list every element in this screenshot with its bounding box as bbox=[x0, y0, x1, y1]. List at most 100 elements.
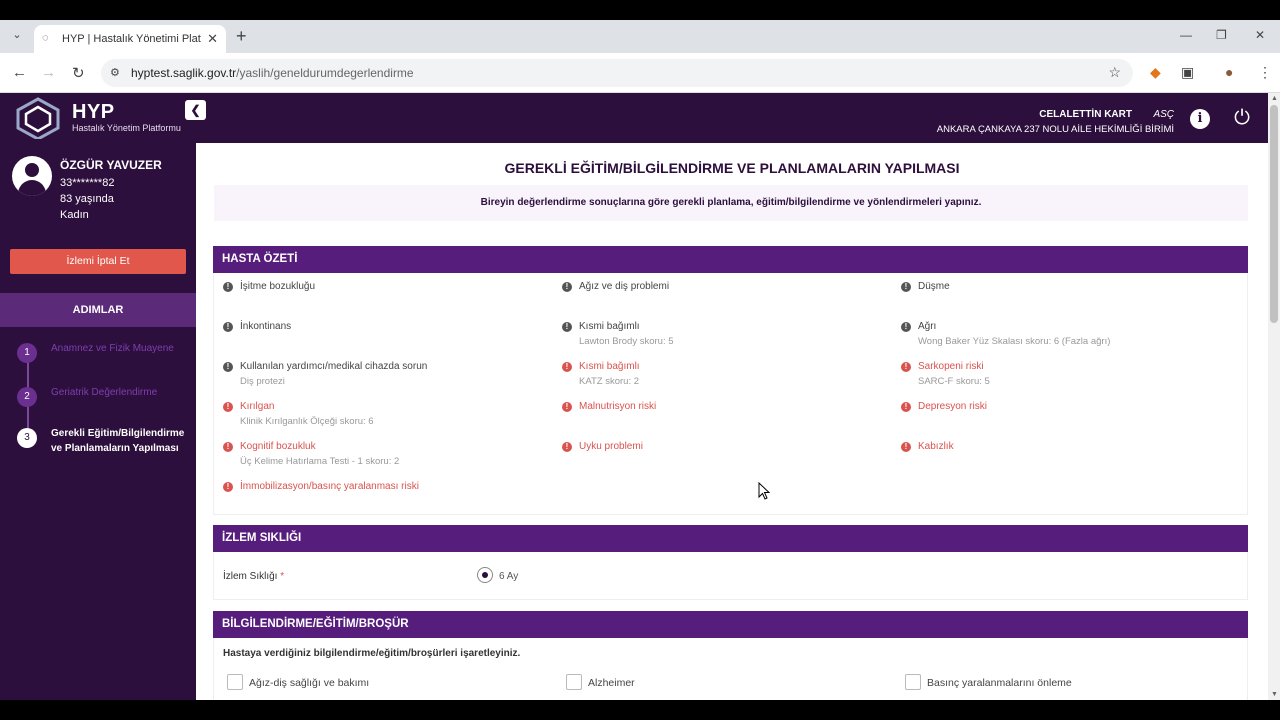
alert-icon: ! bbox=[223, 442, 233, 452]
tab-title: HYP | Hastalık Yönetimi Platform bbox=[62, 33, 201, 45]
url-host: hyptest.saglik.gov.tr bbox=[131, 66, 237, 80]
alert-icon: ! bbox=[562, 402, 572, 412]
step-label: Anamnez ve Fizik Muayene bbox=[51, 343, 174, 354]
patient-sex: Kadın bbox=[60, 209, 89, 221]
frequency-label: İzlem Sıklığı * bbox=[223, 571, 285, 582]
user-name: CELALETTİN KART bbox=[1039, 109, 1132, 120]
alert-icon: ! bbox=[901, 322, 911, 332]
logo-title: HYP bbox=[72, 101, 115, 123]
alert-icon: ! bbox=[223, 362, 233, 372]
alert-icon: ! bbox=[562, 442, 572, 452]
browser-menu-icon[interactable]: ⋮ bbox=[1258, 64, 1272, 81]
hyp-logo-icon bbox=[16, 97, 60, 139]
alert-icon: ! bbox=[562, 362, 572, 372]
summary-item-label: Kırılgan bbox=[240, 401, 275, 412]
screen-top-border bbox=[0, 0, 1280, 20]
new-tab-icon[interactable]: + bbox=[236, 26, 247, 47]
patient-avatar-icon bbox=[12, 156, 52, 196]
scroll-down-icon[interactable]: ▼ bbox=[1271, 691, 1278, 698]
metamask-extension-icon[interactable]: ◆ bbox=[1150, 64, 1161, 81]
extensions-puzzle-icon[interactable]: ▣ bbox=[1181, 64, 1194, 81]
summary-item-score: KATZ skoru: 2 bbox=[579, 376, 640, 387]
summary-item-score: Diş protezi bbox=[240, 376, 285, 387]
logo-subtitle: Hastalık Yönetim Platformu bbox=[72, 123, 181, 133]
main-content: GEREKLİ EĞİTİM/BİLGİLENDİRME VE PLANLAMA… bbox=[196, 143, 1268, 700]
page-title: GEREKLİ EĞİTİM/BİLGİLENDİRME VE PLANLAMA… bbox=[504, 160, 960, 176]
url-path: /yaslih/geneldurumdegerlendirme bbox=[236, 66, 414, 80]
mouse-cursor-icon bbox=[758, 482, 770, 500]
minimize-icon[interactable]: — bbox=[1180, 28, 1192, 42]
app-viewport: HYP Hastalık Yönetim Platformu ❮ CELALET… bbox=[0, 93, 1268, 700]
tab-search-icon[interactable]: ⌄ bbox=[8, 28, 26, 46]
summary-item-label: İmmobilizasyon/basınç yaralanması riski bbox=[240, 481, 419, 492]
profile-avatar-icon[interactable]: ● bbox=[1225, 64, 1233, 80]
step-number: 2 bbox=[17, 387, 37, 407]
app-header: HYP Hastalık Yönetim Platformu ❮ CELALET… bbox=[0, 93, 1268, 143]
scrollbar-thumb[interactable] bbox=[1270, 105, 1278, 323]
close-window-icon[interactable]: ✕ bbox=[1255, 28, 1265, 42]
address-bar[interactable]: ⚙ hyptest.saglik.gov.tr /yaslih/geneldur… bbox=[101, 59, 1133, 87]
close-tab-icon[interactable]: ✕ bbox=[207, 31, 218, 47]
summary-item-score: SARC-F skoru: 5 bbox=[918, 376, 990, 387]
education-checkbox-alzheimer[interactable] bbox=[566, 674, 582, 690]
cancel-followup-button[interactable]: İzlemi İptal Et bbox=[10, 249, 186, 274]
sidebar: ÖZGÜR YAVUZER 33*******82 83 yaşında Kad… bbox=[0, 143, 196, 700]
patient-name: ÖZGÜR YAVUZER bbox=[60, 158, 162, 172]
education-section-header: BİLGİLENDİRME/EĞİTİM/BROŞÜR bbox=[213, 611, 1248, 638]
browser-toolbar: ← → ↻ ⚙ hyptest.saglik.gov.tr /yaslih/ge… bbox=[0, 53, 1280, 93]
frequency-radio-6-months[interactable] bbox=[477, 567, 493, 583]
summary-item-label: Kısmi bağımlı bbox=[579, 321, 640, 332]
education-option-label: Basınç yaralanmalarını önleme bbox=[927, 677, 1072, 689]
bookmark-star-icon[interactable]: ☆ bbox=[1108, 64, 1121, 81]
summary-item-label: Ağız ve diş problemi bbox=[579, 281, 670, 292]
info-icon[interactable]: i bbox=[1190, 109, 1210, 129]
site-favicon-icon: ◌ bbox=[42, 32, 49, 44]
summary-item-score: Üç Kelime Hatırlama Testi - 1 skoru: 2 bbox=[240, 456, 400, 467]
summary-item-score: Wong Baker Yüz Skalası skoru: 6 (Fazla a… bbox=[918, 336, 1111, 347]
summary-item-score: Klinik Kırılganlık Ölçeği skoru: 6 bbox=[240, 416, 374, 427]
frequency-section: İzlem Sıklığı * 6 Ay bbox=[213, 552, 1248, 600]
alert-icon: ! bbox=[562, 282, 572, 292]
summary-section: ! İşitme bozukluğu! Ağız ve diş problemi! D… bbox=[213, 273, 1248, 515]
step-number: 1 bbox=[17, 343, 37, 363]
summary-item-label: Kısmi bağımlı bbox=[579, 361, 640, 372]
education-instruction: Hastaya verdiğiniz bilgilendirme/eğitim/… bbox=[223, 648, 521, 659]
alert-icon: ! bbox=[562, 322, 572, 332]
summary-item-label: Düşme bbox=[918, 281, 950, 292]
summary-item-label: Depresyon riski bbox=[918, 401, 987, 412]
site-info-icon[interactable]: ⚙ bbox=[110, 66, 120, 79]
alert-icon: ! bbox=[223, 482, 233, 492]
patient-id: 33*******82 bbox=[60, 177, 115, 189]
browser-tab[interactable]: ◌ HYP | Hastalık Yönetimi Platform ✕ bbox=[34, 25, 226, 53]
page-scrollbar[interactable]: ▲ ▼ bbox=[1268, 93, 1280, 700]
education-checkbox-pressure-injury[interactable] bbox=[905, 674, 921, 690]
reload-icon[interactable]: ↻ bbox=[72, 64, 85, 82]
summary-item-label: Uyku problemi bbox=[579, 441, 643, 452]
summary-item-label: İnkontinans bbox=[240, 321, 292, 332]
summary-item-label: İşitme bozukluğu bbox=[240, 281, 316, 292]
frequency-option-label: 6 Ay bbox=[499, 571, 519, 582]
step-label: Geriatrik Değerlendirme bbox=[51, 387, 158, 398]
education-section: Hastaya verdiğiniz bilgilendirme/eğitim/… bbox=[213, 638, 1248, 700]
forward-icon[interactable]: → bbox=[41, 64, 56, 81]
education-option-label: Ağız-diş sağlığı ve bakımı bbox=[249, 677, 370, 689]
summary-item-label: Ağrı bbox=[918, 321, 937, 332]
alert-icon: ! bbox=[223, 282, 233, 292]
alert-icon: ! bbox=[223, 402, 233, 412]
alert-icon: ! bbox=[901, 442, 911, 452]
steps-header: ADIMLAR bbox=[0, 293, 196, 327]
sidebar-collapse-button[interactable]: ❮ bbox=[185, 100, 206, 120]
scroll-up-icon[interactable]: ▲ bbox=[1271, 95, 1278, 102]
step-label: Gerekli Eğitim/Bilgilendirme ve Planlama… bbox=[51, 428, 185, 454]
summary-item-score: Lawton Brody skoru: 5 bbox=[579, 336, 674, 347]
education-checkbox-oral-health[interactable] bbox=[227, 674, 243, 690]
alert-icon: ! bbox=[901, 282, 911, 292]
user-role: ASÇ bbox=[1153, 109, 1174, 120]
restore-icon[interactable]: ❐ bbox=[1216, 28, 1227, 42]
back-icon[interactable]: ← bbox=[12, 64, 27, 81]
patient-age: 83 yaşında bbox=[60, 193, 114, 205]
logout-power-icon[interactable]: ⏻ bbox=[1234, 107, 1250, 130]
step-number: 3 bbox=[17, 428, 37, 448]
instruction-notice: Bireyin değerlendirme sonuçlarına göre g… bbox=[214, 185, 1248, 221]
alert-icon: ! bbox=[223, 322, 233, 332]
